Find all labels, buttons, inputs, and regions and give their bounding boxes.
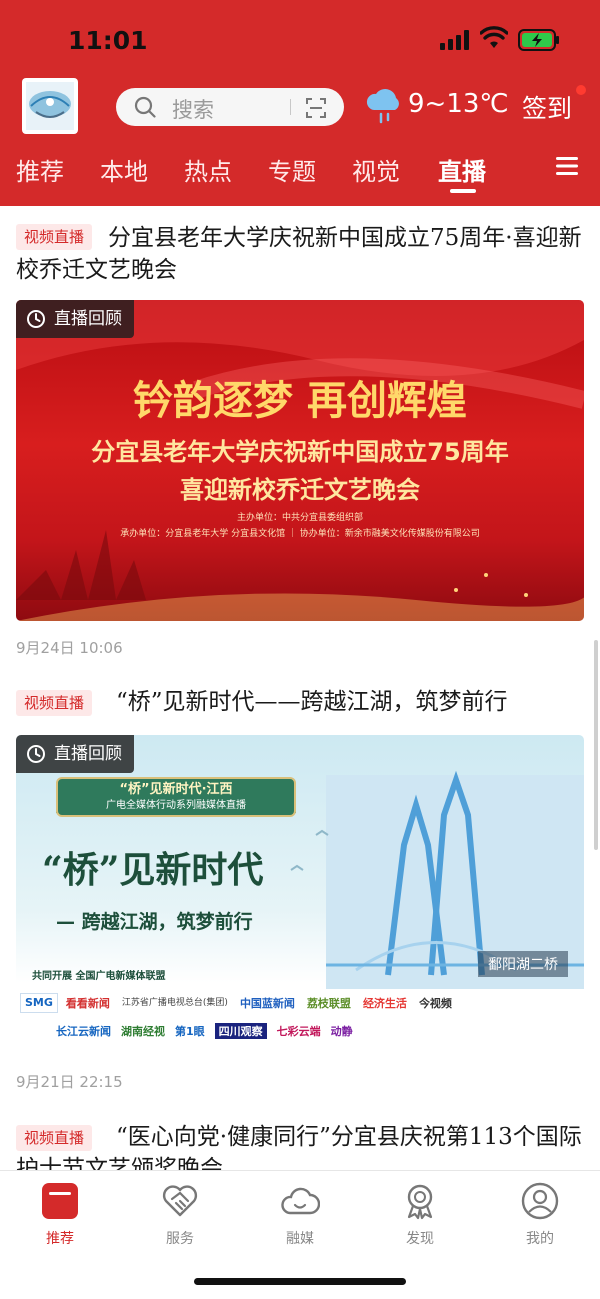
wifi-icon (480, 26, 508, 48)
poster-subtitle: — 跨越江湖，筑梦前行 (56, 911, 253, 933)
search-divider (290, 99, 291, 115)
app-header: 11:01 搜索 9~13℃ 签到 推荐 本地 热点 专题 视觉 直播 (0, 0, 600, 206)
scroll-indicator[interactable] (594, 640, 598, 850)
replay-tag: 直播回顾 (16, 735, 134, 773)
active-tab-indicator (450, 189, 476, 193)
tab-visual[interactable]: 视觉 (352, 152, 400, 187)
partner-logo: 中国蓝新闻 (239, 997, 295, 1010)
nav-media[interactable]: 融媒 (260, 1181, 340, 1248)
tab-topic[interactable]: 专题 (268, 152, 316, 187)
item-date: 9月21日 22:15 (16, 1073, 123, 1091)
nav-recommend[interactable]: 推荐 (20, 1181, 100, 1248)
partner-logo: 第1眼 (175, 1025, 205, 1038)
nav-label: 发现 (406, 1231, 434, 1247)
award-badge-icon (407, 1184, 433, 1220)
partner-logo: 江苏省广播电视总台(集团) (121, 998, 228, 1008)
live-badge: 视频直播 (16, 690, 93, 716)
poster-headline-1: 分宜县老年大学庆祝新中国成立75周年 (91, 438, 509, 466)
nav-discover[interactable]: 发现 (380, 1181, 460, 1248)
poster-banner-title: “桥”见新时代·江西 (119, 782, 233, 797)
status-time: 11:01 (68, 26, 148, 55)
nav-label: 我的 (526, 1231, 554, 1247)
home-red-square-icon (42, 1183, 78, 1219)
poster-joint-label: 共同开展 全国广电新媒体联盟 (32, 971, 166, 982)
bridge-name-label: 鄱阳湖二桥 (478, 951, 568, 977)
item-title[interactable]: 分宜县老年大学庆祝新中国成立75周年·喜迎新校乔迁文艺晚会 (16, 222, 584, 286)
partner-logo: 湖南经视 (121, 1025, 165, 1038)
weather-temperature: 9~13℃ (408, 89, 509, 119)
poster-slogan: 钤韵逐梦 再创辉煌 (133, 377, 467, 424)
poster-cohost: 承办单位：分宜县老年大学 分宜县文化馆 ｜ 协办单位：新余市融美文化传媒股份有限… (120, 529, 480, 539)
tab-recommend[interactable]: 推荐 (16, 152, 64, 187)
history-clock-icon (27, 745, 45, 763)
user-circle-icon (521, 1182, 559, 1220)
logo-emblem-icon (26, 82, 74, 130)
nav-service[interactable]: 服务 (140, 1181, 220, 1248)
tab-live[interactable]: 直播 (438, 152, 486, 187)
search-placeholder: 搜索 (172, 98, 214, 122)
replay-label: 直播回顾 (54, 744, 122, 764)
nav-label: 服务 (166, 1231, 194, 1247)
partner-logos-row-2: 长江云新闻 湖南经视 第1眼 四川观察 七彩云端 动静 (56, 1023, 576, 1039)
item-date: 9月24日 10:06 (16, 639, 123, 657)
partner-logo: 经济生活 (362, 997, 407, 1010)
partner-logo: 长江云新闻 (56, 1025, 111, 1038)
search-icon (134, 96, 156, 118)
poster-big-title: “桥”见新时代 (42, 849, 264, 891)
poster-banner: “桥”见新时代·江西 广电全媒体行动系列融媒体直播 (56, 777, 296, 817)
partner-logo: 看看新闻 (65, 997, 110, 1010)
tab-local[interactable]: 本地 (100, 152, 148, 187)
partner-logo: SMG (20, 993, 58, 1013)
nav-label: 融媒 (286, 1231, 314, 1247)
item-title[interactable]: “桥”见新时代——跨越江湖，筑梦前行 (116, 686, 584, 718)
tab-hot[interactable]: 热点 (184, 152, 232, 187)
partner-logo: 四川观察 (214, 1023, 267, 1039)
notification-dot (576, 85, 586, 95)
replay-label: 直播回顾 (54, 309, 122, 329)
partner-logo: 荔枝联盟 (306, 997, 351, 1010)
handshake-icon (162, 1185, 198, 1217)
partner-logo: 七彩云端 (276, 1025, 321, 1038)
signal-icon (440, 30, 469, 50)
home-indicator[interactable] (194, 1278, 406, 1285)
cloud-smile-icon (281, 1187, 320, 1215)
nav-mine[interactable]: 我的 (500, 1181, 580, 1248)
partner-logo: 动静 (330, 1025, 353, 1038)
poster-banner-sub: 广电全媒体行动系列融媒体直播 (106, 800, 246, 811)
replay-tag: 直播回顾 (16, 300, 134, 338)
battery-charging-icon (518, 29, 559, 51)
cloud-rain-icon (366, 89, 399, 124)
partner-logos-row-1: SMG 看看新闻 江苏省广播电视总台(集团) 中国蓝新闻 荔枝联盟 经济生活 今… (20, 993, 580, 1013)
video-thumbnail[interactable]: 钤韵逐梦 再创辉煌 分宜县老年大学庆祝新中国成立75周年 喜迎新校乔迁文艺晚会 … (16, 300, 584, 621)
nav-label: 推荐 (46, 1231, 74, 1247)
status-bar: 11:01 (0, 0, 600, 80)
menu-icon[interactable] (556, 156, 578, 176)
scan-icon[interactable] (305, 97, 327, 119)
poster-organizer: 主办单位：中共分宜县委组织部 (236, 513, 363, 523)
app-logo[interactable] (22, 78, 78, 134)
poster-headline-2: 喜迎新校乔迁文艺晚会 (180, 476, 420, 504)
search-bar[interactable]: 搜索 (116, 88, 344, 126)
video-thumbnail[interactable]: “桥”见新时代·江西 广电全媒体行动系列融媒体直播 “桥”见新时代 — 跨越江湖… (16, 735, 584, 1053)
checkin-button[interactable]: 签到 (522, 89, 572, 125)
partner-logo: 今视频 (418, 997, 452, 1010)
history-clock-icon (27, 310, 45, 328)
